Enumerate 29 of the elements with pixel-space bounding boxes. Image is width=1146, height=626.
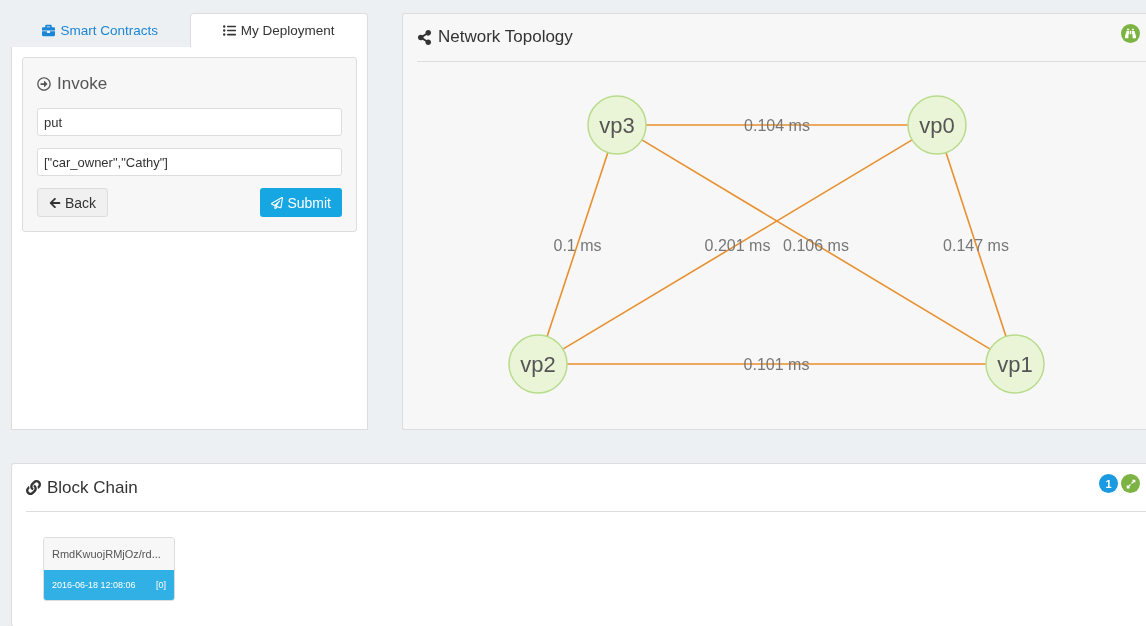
block-card[interactable]: RmdKwuojRMjOz/rd... 2016-06-18 12:08:06 [0] — [43, 537, 175, 601]
panel-title: Network Topology — [438, 27, 573, 48]
binoculars-icon — [1125, 28, 1136, 39]
tab[interactable]: Smart Contracts — [11, 13, 190, 47]
back-button[interactable]: Back — [37, 188, 109, 217]
node[interactable]: vp3 — [587, 95, 647, 155]
latency-label: 0.106 ms — [783, 236, 849, 254]
arrow-left-icon — [49, 196, 61, 209]
function-field[interactable]: put — [37, 108, 342, 136]
node[interactable]: vp0 — [907, 95, 967, 155]
invoke-title: Invoke — [57, 74, 108, 94]
binoculars-button[interactable] — [1121, 24, 1140, 43]
expand-icon — [1125, 478, 1136, 489]
arguments-field[interactable]: ["car_owner","Cathy"] — [37, 148, 342, 176]
block-hash: RmdKwuojRMjOz/rd... — [52, 548, 161, 560]
briefcase-icon — [42, 24, 56, 37]
share-icon — [417, 29, 432, 45]
panel-title: Block Chain — [47, 477, 138, 498]
count-badge: 1 — [1099, 474, 1118, 493]
expand-button[interactable] — [1121, 474, 1140, 493]
tab[interactable]: My Deployment — [189, 13, 368, 47]
link-icon — [26, 480, 41, 495]
block-time: 2016-06-18 12:08:06 — [52, 580, 136, 590]
node[interactable]: vp1 — [985, 334, 1045, 394]
paper-plane-icon — [271, 196, 284, 209]
list-icon — [222, 24, 236, 37]
latency-label: 0.1 ms — [553, 236, 602, 254]
block-index: [0] — [156, 580, 166, 590]
node[interactable]: vp2 — [508, 334, 568, 394]
